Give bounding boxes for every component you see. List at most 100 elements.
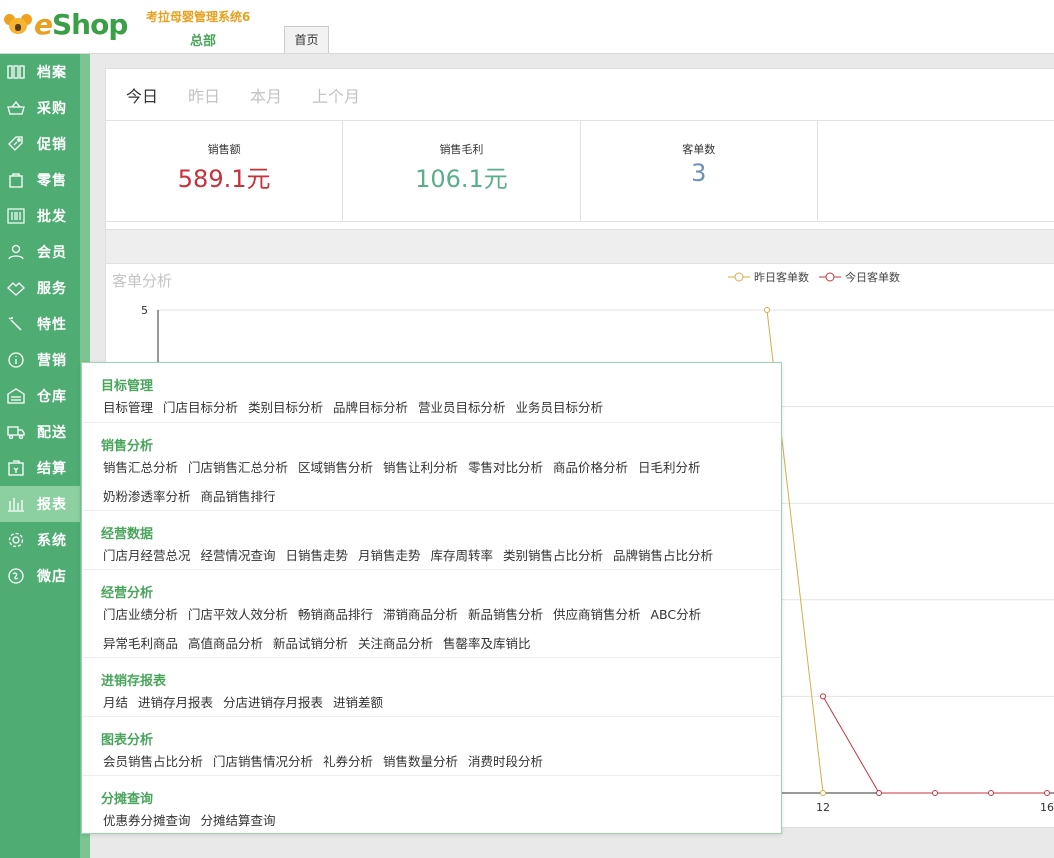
menu-link[interactable]: 奶粉渗透率分析: [103, 489, 191, 504]
menu-link[interactable]: 类别销售占比分析: [503, 548, 603, 563]
menu-link[interactable]: 品牌目标分析: [333, 400, 408, 415]
menu-link[interactable]: 供应商销售分析: [553, 607, 641, 622]
menu-link[interactable]: 类别目标分析: [248, 400, 323, 415]
menu-link[interactable]: 新品销售分析: [468, 607, 543, 622]
menu-group-title: 进销存报表: [101, 674, 167, 689]
menu-links: 门店月经营总况 经营情况查询 日销售走势 月销售走势 库存周转率 类别销售占比分…: [103, 541, 771, 570]
data-point: [876, 790, 882, 796]
tab-last-month[interactable]: 上个月: [312, 83, 360, 107]
sidebar-item-archive[interactable]: 档案: [0, 54, 80, 90]
menu-link[interactable]: 日毛利分析: [638, 460, 701, 475]
truck-icon: [5, 423, 27, 441]
top-header: eShop 考拉母婴管理系统6 总部 首页: [0, 0, 1054, 54]
menu-group-title: 目标管理: [101, 379, 154, 394]
bag-icon: [5, 171, 27, 189]
handshake-icon: [5, 279, 27, 297]
menu-link[interactable]: 商品销售排行: [201, 489, 276, 504]
sidebar-item-label: 零售: [37, 173, 67, 189]
menu-link[interactable]: 优惠券分摊查询: [103, 813, 191, 828]
menu-group-title: 销售分析: [101, 439, 154, 454]
sidebar-item-label: 会员: [37, 245, 67, 261]
branch-name[interactable]: 总部: [190, 30, 216, 49]
menu-link[interactable]: 门店销售情况分析: [213, 754, 313, 769]
menu-link[interactable]: 进销差额: [333, 695, 383, 710]
menu-links: 销售汇总分析 门店销售汇总分析 区域销售分析 销售让利分析 零售对比分析 商品价…: [103, 453, 771, 511]
tab-yesterday[interactable]: 昨日: [188, 83, 220, 107]
menu-link[interactable]: 目标管理: [103, 400, 153, 415]
menu-link[interactable]: 商品价格分析: [553, 460, 628, 475]
menu-group-title: 经营数据: [101, 527, 154, 542]
gear-icon: [5, 531, 27, 549]
menu-link[interactable]: 门店平效人效分析: [188, 607, 288, 622]
sidebar-item-tag[interactable]: 促销: [0, 126, 80, 162]
sidebar-item-label: 促销: [37, 137, 67, 153]
menu-link[interactable]: 进销存月报表: [138, 695, 213, 710]
sidebar-item-label: 服务: [37, 281, 67, 297]
menu-link[interactable]: 业务员目标分析: [516, 400, 604, 415]
sidebar-item-gear[interactable]: 系统: [0, 522, 80, 558]
menu-link[interactable]: 日销售走势: [286, 548, 349, 563]
menu-link[interactable]: 零售对比分析: [468, 460, 543, 475]
menu-link[interactable]: 消费时段分析: [468, 754, 543, 769]
menu-link[interactable]: 滞销商品分析: [383, 607, 458, 622]
sidebar-item-warehouse[interactable]: 仓库: [0, 378, 80, 414]
eshop-logo[interactable]: eShop: [4, 6, 128, 42]
menu-group-title: 分摊查询: [101, 792, 154, 807]
sidebar-item-shop[interactable]: 微店: [0, 558, 80, 594]
menu-link[interactable]: 月结: [103, 695, 128, 710]
menu-link[interactable]: 异常毛利商品: [103, 636, 178, 651]
sidebar-item-barcode[interactable]: 批发: [0, 198, 80, 234]
data-point: [820, 790, 826, 796]
sidebar-item-label: 采购: [37, 101, 67, 117]
sidebar-item-basket[interactable]: 采购: [0, 90, 80, 126]
menu-link[interactable]: 经营情况查询: [201, 548, 276, 563]
menu-link[interactable]: 销售让利分析: [383, 460, 458, 475]
kpi-label: 销售毛利: [439, 143, 484, 156]
menu-link[interactable]: 分店进销存月报表: [223, 695, 323, 710]
menu-link[interactable]: 销售汇总分析: [103, 460, 178, 475]
tab-today[interactable]: 今日: [126, 83, 158, 107]
menu-link[interactable]: 门店月经营总况: [103, 548, 191, 563]
sidebar-item-truck[interactable]: 配送: [0, 414, 80, 450]
wand-icon: [5, 315, 27, 333]
sidebar-item-wand[interactable]: 特性: [0, 306, 80, 342]
kpi-sales: 销售额 589.1元: [106, 121, 344, 221]
menu-link[interactable]: 关注商品分析: [358, 636, 433, 651]
menu-group: 进销存报表月结 进销存月报表 分店进销存月报表 进销差额: [82, 658, 781, 717]
menu-link[interactable]: 分摊结算查询: [201, 813, 276, 828]
menu-link[interactable]: 售罄率及库销比: [443, 636, 531, 651]
menu-group: 经营分析 门店业绩分析 门店平效人效分析 畅销商品排行 滞销商品分析 新品销售分析…: [82, 570, 781, 658]
menu-link[interactable]: 库存周转率: [431, 548, 494, 563]
sidebar-item-info[interactable]: 营销: [0, 342, 80, 378]
menu-link[interactable]: 品牌销售占比分析: [613, 548, 713, 563]
sidebar-item-label: 报表: [37, 497, 67, 513]
data-point: [932, 790, 938, 796]
menu-link[interactable]: 区域销售分析: [298, 460, 373, 475]
menu-link[interactable]: 月销售走势: [358, 548, 421, 563]
user-icon: [5, 243, 27, 261]
sidebar-item-handshake[interactable]: 服务: [0, 270, 80, 306]
reports-dropdown-menu: 目标管理 目标管理 门店目标分析 类别目标分析 品牌目标分析 营业员目标分析 业务…: [81, 362, 782, 834]
section-band: [106, 229, 1054, 264]
sidebar-item-wallet[interactable]: 结算: [0, 450, 80, 486]
tab-this-month[interactable]: 本月: [250, 83, 282, 107]
menu-link[interactable]: ABC分析: [651, 607, 702, 622]
menu-link[interactable]: 新品试销分析: [273, 636, 348, 651]
menu-link[interactable]: 门店业绩分析: [103, 607, 178, 622]
menu-link[interactable]: 营业员目标分析: [418, 400, 506, 415]
menu-link[interactable]: 高值商品分析: [188, 636, 263, 651]
menu-link[interactable]: 门店销售汇总分析: [188, 460, 288, 475]
menu-group: 目标管理 目标管理 门店目标分析 类别目标分析 品牌目标分析 营业员目标分析 业务…: [82, 363, 781, 423]
menu-link[interactable]: 销售数量分析: [383, 754, 458, 769]
menu-link[interactable]: 门店目标分析: [163, 400, 238, 415]
sidebar-item-bag[interactable]: 零售: [0, 162, 80, 198]
tab-home[interactable]: 首页: [284, 26, 329, 54]
header-divider: [0, 53, 1054, 54]
menu-link[interactable]: 畅销商品排行: [298, 607, 373, 622]
data-point: [820, 693, 826, 700]
sidebar-item-bar-chart[interactable]: 报表: [0, 486, 80, 522]
menu-link[interactable]: 礼券分析: [323, 754, 373, 769]
sidebar-item-user[interactable]: 会员: [0, 234, 80, 270]
data-point: [764, 307, 770, 313]
menu-link[interactable]: 会员销售占比分析: [103, 754, 203, 769]
